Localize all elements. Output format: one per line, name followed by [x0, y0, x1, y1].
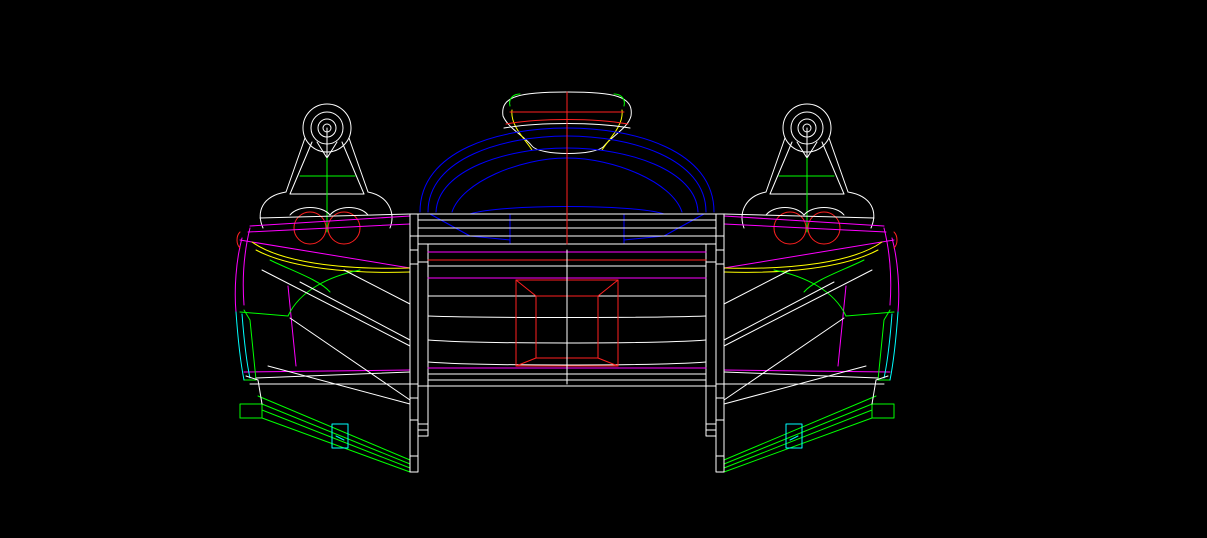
left-yellow-contour [251, 241, 411, 273]
left-headlights [259, 207, 411, 245]
center-section [417, 91, 717, 387]
cad-viewport[interactable] [0, 0, 1207, 538]
left-green-contour [239, 259, 411, 473]
left-mirror-pod [259, 103, 393, 233]
left-front-pillar [409, 213, 429, 473]
left-half-wireframe [234, 103, 429, 473]
car-front-view-wireframe [234, 91, 900, 473]
right-half-wireframe [705, 103, 900, 473]
